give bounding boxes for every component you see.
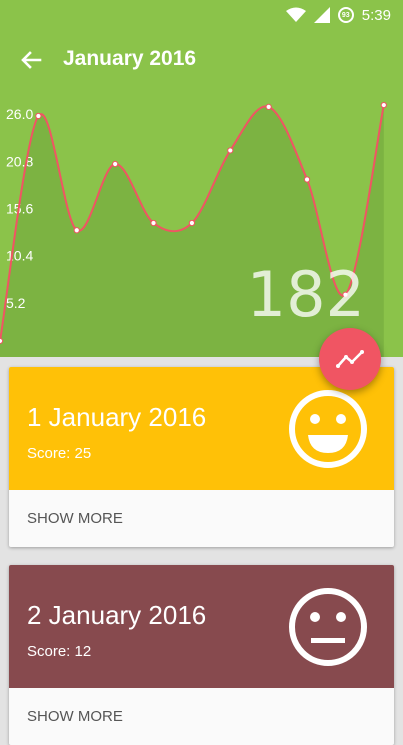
chart-point — [112, 160, 119, 168]
trending-line-icon — [336, 350, 364, 368]
chart-point — [380, 101, 387, 109]
chart-total-value: 182 — [246, 258, 365, 331]
chart-point — [150, 219, 157, 227]
status-icons: 93 5:39 — [285, 5, 391, 25]
smiley-happy-icon — [289, 390, 367, 468]
battery-icon: 93 — [337, 7, 354, 23]
chart-point — [227, 147, 234, 154]
wifi-icon — [285, 7, 306, 22]
y-tick-label: 10.4 — [6, 248, 33, 264]
day-card[interactable]: 2 January 2016 Score: 12 SHOW MORE — [9, 565, 394, 745]
y-tick-label: 5.2 — [6, 295, 26, 311]
chart-toggle-button[interactable] — [319, 328, 381, 390]
day-card-score: Score: 12 — [27, 643, 92, 660]
day-card-actions: SHOW MORE — [9, 688, 394, 745]
show-more-button[interactable]: SHOW MORE — [27, 708, 123, 725]
page-title: January 2016 — [63, 47, 197, 70]
day-card-date: 2 January 2016 — [27, 600, 207, 630]
chart-point — [265, 103, 272, 110]
app-bar: January 2016 — [0, 30, 403, 90]
battery-level: 93 — [341, 11, 350, 19]
y-tick-label: 26.0 — [6, 106, 33, 122]
chart-area: 26.0 20.8 15.6 10.4 5.2 182 — [0, 90, 403, 357]
day-card[interactable]: 1 January 2016 Score: 25 SHOW MORE — [9, 367, 394, 547]
chart-point — [35, 112, 42, 120]
status-time: 5:39 — [361, 6, 391, 24]
chart-point — [188, 219, 196, 227]
chart-point — [303, 176, 311, 183]
show-more-button[interactable]: SHOW MORE — [27, 510, 123, 527]
chart-point — [0, 337, 4, 345]
arrow-back-icon[interactable] — [16, 45, 46, 75]
y-tick-label: 20.8 — [6, 153, 33, 169]
signal-icon — [313, 7, 330, 23]
day-card-header: 2 January 2016 Score: 12 — [9, 565, 394, 688]
chart-point — [73, 227, 80, 234]
day-card-date: 1 January 2016 — [27, 402, 207, 432]
smiley-neutral-icon — [289, 588, 367, 666]
day-card-actions: SHOW MORE — [9, 490, 394, 547]
status-bar: 93 5:39 — [0, 0, 403, 30]
day-card-score: Score: 25 — [27, 445, 92, 462]
